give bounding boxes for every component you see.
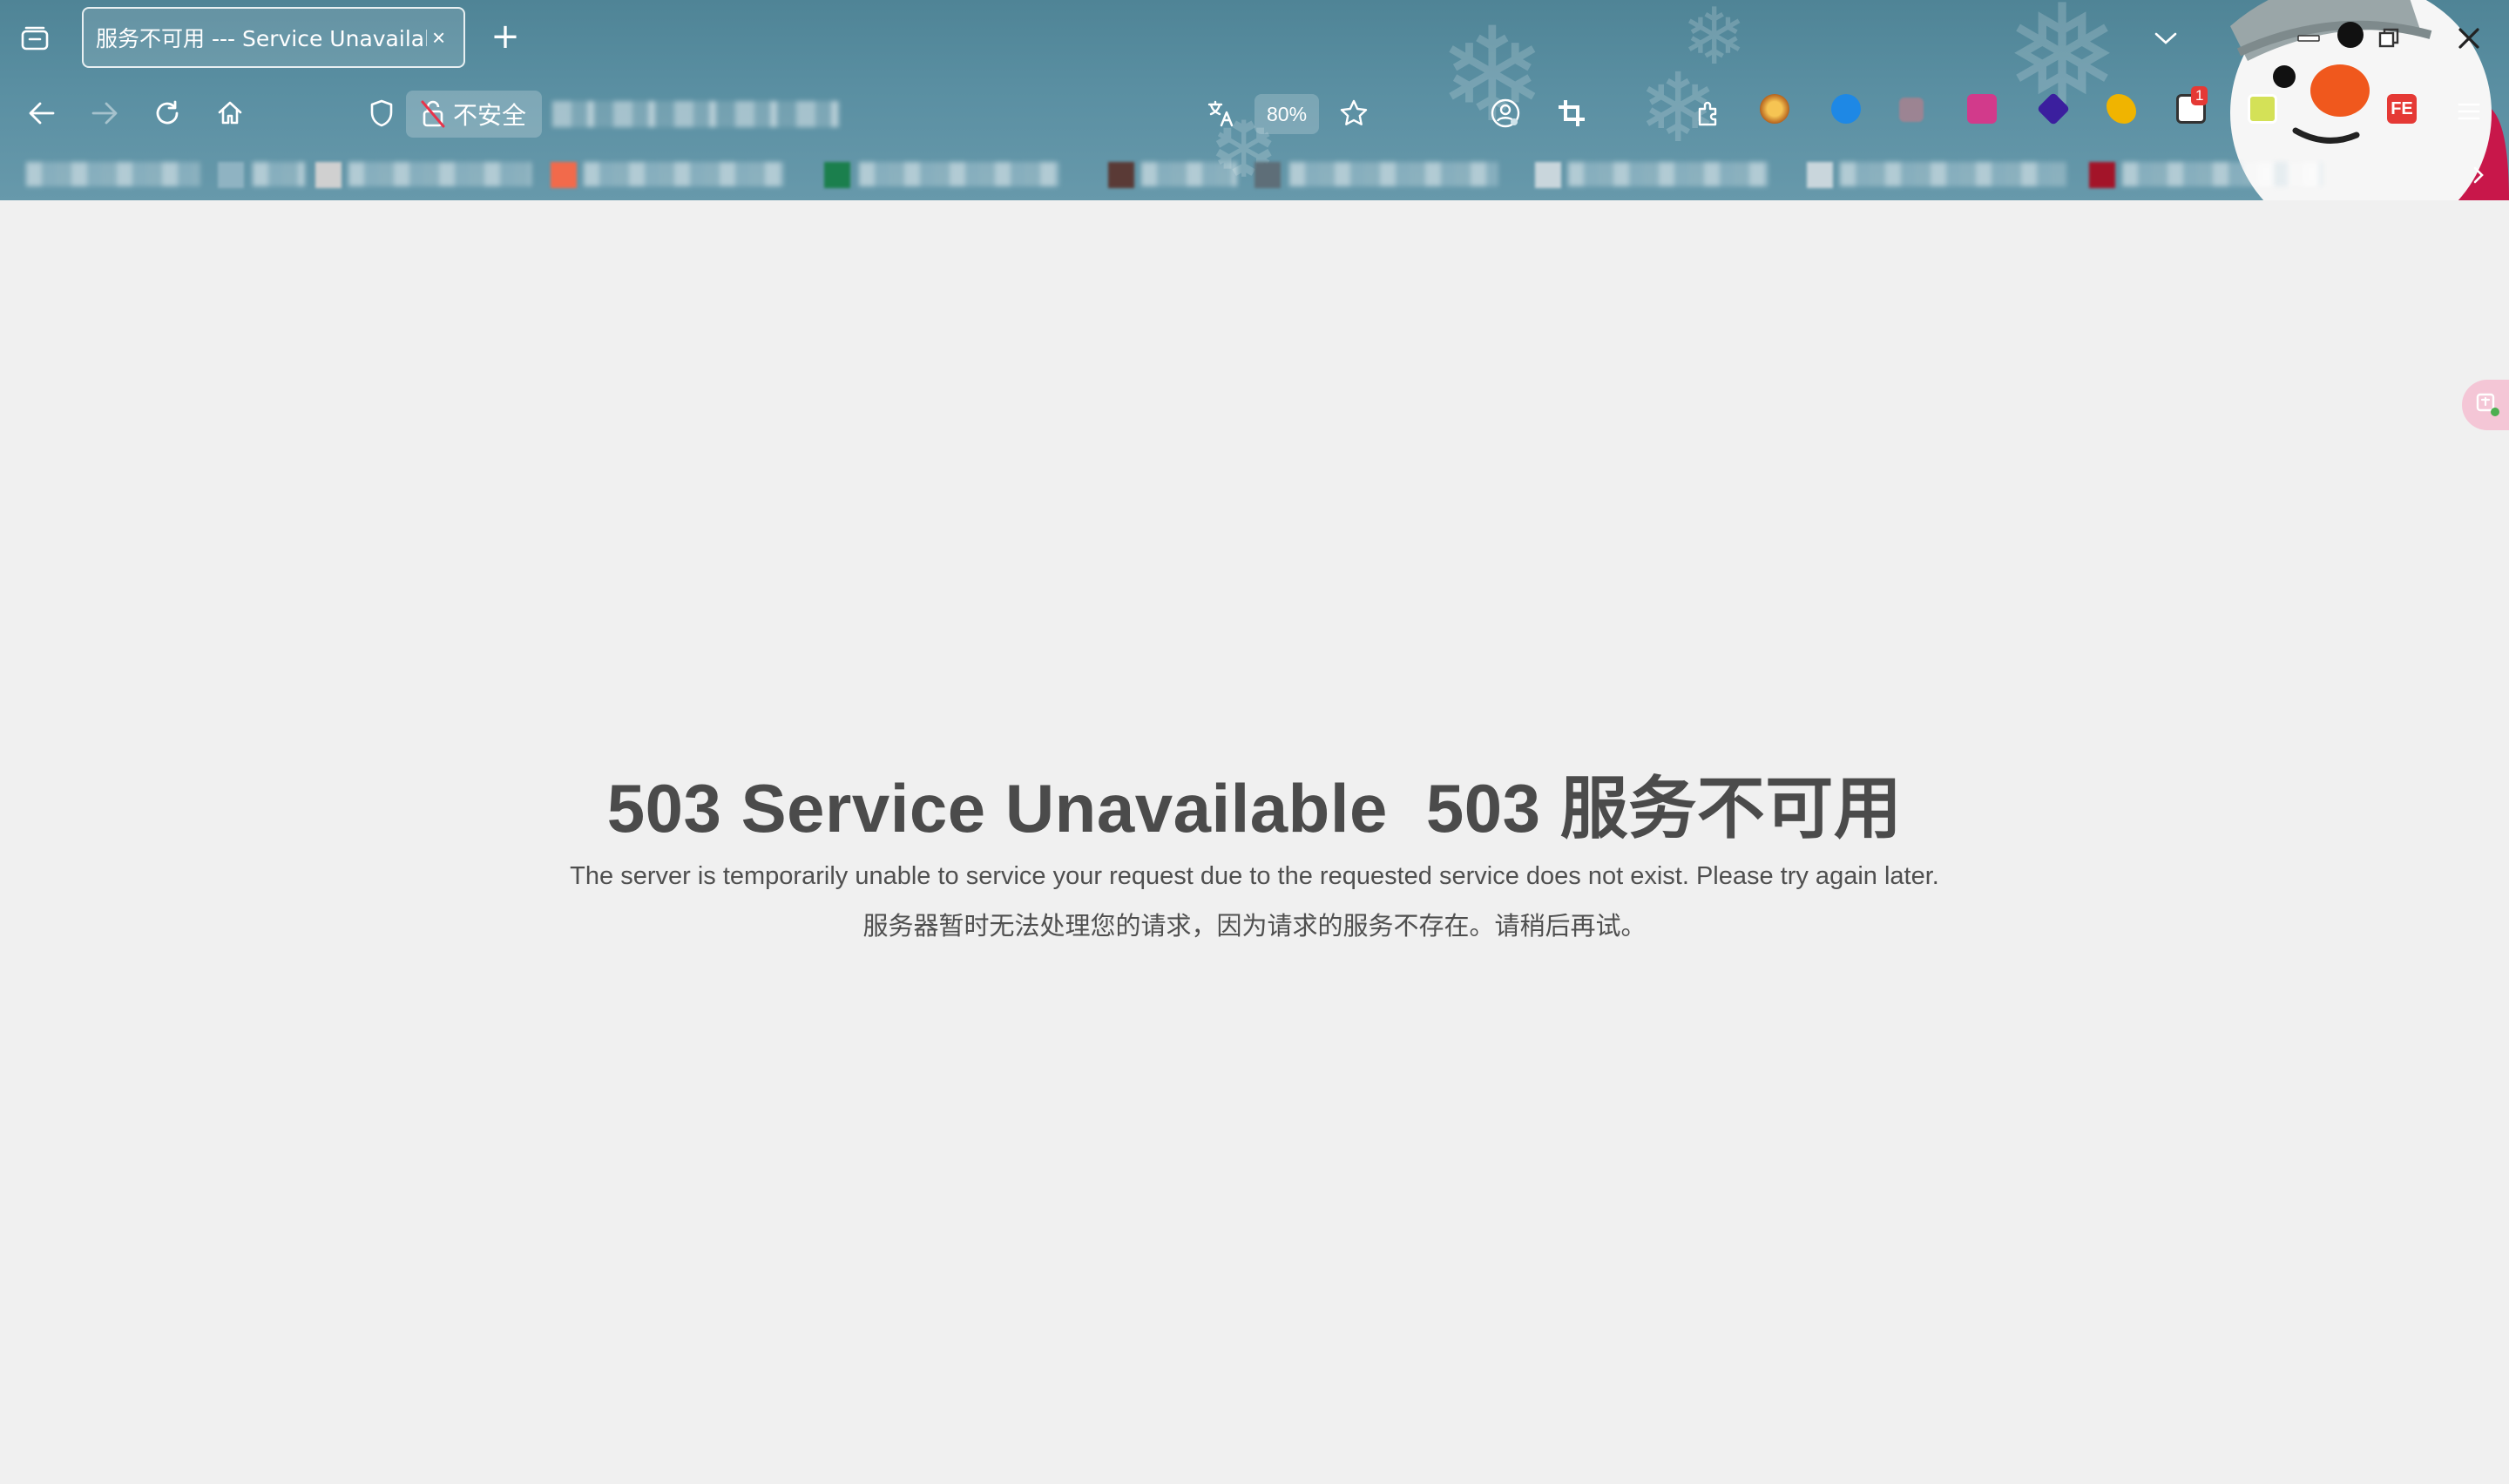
- bookmark-favicon: [1108, 162, 1134, 188]
- zoom-level-indicator[interactable]: 80%: [1254, 94, 1320, 134]
- active-tab[interactable]: 服务不可用 --- Service Unavailable ×: [82, 7, 465, 68]
- extension-notification-icon[interactable]: 1: [2176, 86, 2208, 124]
- extension-faded-icon[interactable]: [1899, 98, 1924, 122]
- extension-notes-icon[interactable]: [2248, 94, 2277, 124]
- floating-translate-icon: [2476, 393, 2499, 416]
- bookmark-favicon: [2089, 162, 2115, 188]
- menu-icon[interactable]: [2450, 94, 2488, 129]
- extension-magenta-check-icon[interactable]: [1967, 94, 1997, 124]
- close-icon[interactable]: [2450, 21, 2488, 56]
- bookmark-item-redacted[interactable]: [859, 162, 1059, 186]
- bookmark-item-redacted[interactable]: [1141, 162, 1237, 186]
- extension-blue-arrow-icon[interactable]: [1831, 94, 1861, 124]
- tab-title: 服务不可用 --- Service Unavailable: [96, 26, 427, 51]
- bookmark-item-redacted[interactable]: [26, 162, 200, 186]
- bookmark-item-redacted[interactable]: [584, 162, 784, 186]
- error-message-cn: 服务器暂时无法处理您的请求，因为请求的服务不存在。请稍后再试。: [862, 911, 1647, 941]
- bookmark-favicon: [1254, 162, 1281, 188]
- extension-fe-icon[interactable]: FE: [2387, 94, 2417, 124]
- bookmark-favicon: [1807, 162, 1833, 188]
- star-icon[interactable]: [1335, 94, 1373, 132]
- error-heading-en: 503 Service Unavailable: [606, 770, 1388, 847]
- bookmark-favicon: [824, 162, 850, 188]
- error-heading-cn: 503 服务不可用: [1425, 770, 1903, 847]
- new-tab-button[interactable]: +: [486, 17, 524, 57]
- bookmark-item-redacted[interactable]: [1568, 162, 1768, 186]
- extension-cookie-icon[interactable]: [1760, 94, 1789, 124]
- back-arrow-icon[interactable]: [23, 94, 61, 132]
- error-message-en: The server is temporarily unable to serv…: [570, 862, 1939, 890]
- bookmark-item-redacted[interactable]: [1289, 162, 1498, 186]
- bookmark-item-redacted[interactable]: [253, 162, 305, 186]
- page-content: 503 Service Unavailable 503 服务不可用 The ser…: [0, 200, 2509, 1484]
- forward-arrow-icon[interactable]: [85, 94, 124, 132]
- site-security-indicator[interactable]: 不安全: [406, 91, 542, 138]
- crop-icon[interactable]: [1552, 94, 1591, 132]
- reload-icon[interactable]: [148, 94, 186, 132]
- chevron-down-icon[interactable]: [2148, 23, 2183, 54]
- browser-chrome: ❄ ❄ ❅ ❆ ❄ 服务不可用 --- Service Unavailable …: [0, 0, 2509, 200]
- bookmark-item-redacted[interactable]: [2122, 162, 2323, 186]
- translate-icon[interactable]: [1202, 94, 1241, 132]
- address-bar-url-redacted[interactable]: [552, 101, 840, 127]
- error-heading: 503 Service Unavailable 503 服务不可用: [0, 754, 2509, 852]
- minimize-icon[interactable]: [2289, 21, 2328, 56]
- tab-strip: 服务不可用 --- Service Unavailable × +: [0, 0, 2509, 77]
- bookmarks-next-icon[interactable]: [2465, 160, 2492, 190]
- floating-translate-tool[interactable]: [2462, 380, 2509, 430]
- insecure-lock-icon: [421, 100, 445, 128]
- restore-icon[interactable]: [2370, 21, 2408, 56]
- bookmarks-toolbar: [0, 148, 2509, 200]
- bookmark-item-redacted[interactable]: [1840, 162, 2066, 186]
- extension-badge-count: 1: [2191, 86, 2208, 105]
- bookmark-favicon: [1535, 162, 1561, 188]
- bookmark-favicon: [551, 162, 577, 188]
- account-icon[interactable]: [1486, 94, 1525, 132]
- bookmark-item-redacted[interactable]: [348, 162, 531, 186]
- home-icon[interactable]: [211, 94, 249, 132]
- insecure-label: 不安全: [453, 101, 527, 130]
- bookmark-favicon: [315, 162, 342, 188]
- tab-overview-icon[interactable]: [16, 21, 54, 56]
- extensions-puzzle-icon[interactable]: [1690, 94, 1728, 132]
- tab-close-icon[interactable]: ×: [432, 24, 445, 51]
- bookmark-favicon: [218, 162, 244, 188]
- shield-icon[interactable]: [362, 94, 401, 132]
